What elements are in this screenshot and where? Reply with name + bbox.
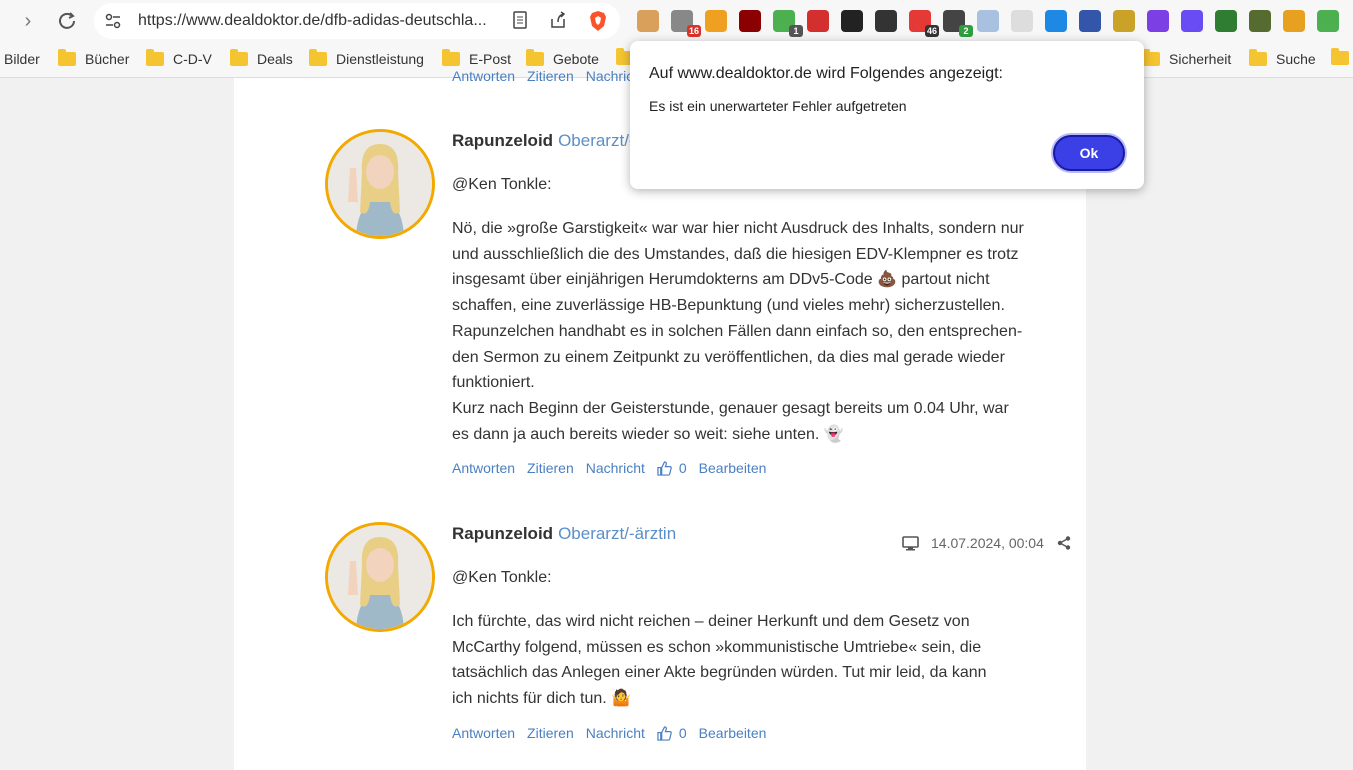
multicolor-ext-icon[interactable] xyxy=(1317,10,1339,32)
bookmark-sicherheit[interactable]: Sicherheit xyxy=(1142,49,1231,67)
dialog-message: Es ist ein unerwarteter Fehler aufgetret… xyxy=(649,98,907,114)
comment-author[interactable]: Rapunzeloid Oberarzt/-ärztin xyxy=(452,524,676,544)
shield-ext-icon[interactable]: 1 xyxy=(773,10,803,37)
previous-comment-actions: Antworten Zitieren Nachricht xyxy=(452,68,657,84)
bookmark-gebote[interactable]: Gebote xyxy=(526,49,599,67)
globe-ext-icon[interactable] xyxy=(1113,10,1135,32)
folder-icon xyxy=(526,49,544,66)
comment-actions: Antworten Zitieren Nachricht 0 Bearbeite… xyxy=(452,725,778,741)
comment-actions: Antworten Zitieren Nachricht 0 Bearbeite… xyxy=(452,460,778,476)
red-square-icon[interactable]: 46 xyxy=(909,10,939,37)
folder-icon xyxy=(1249,49,1267,66)
folder-icon xyxy=(309,49,327,66)
like-button[interactable]: 0 xyxy=(657,460,687,476)
quote-link[interactable]: Zitieren xyxy=(527,725,574,741)
share-icon[interactable] xyxy=(1057,536,1071,550)
folder-icon xyxy=(58,49,76,66)
address-bar[interactable]: https://www.dealdoktor.de/dfb-adidas-deu… xyxy=(94,3,620,39)
bookmark-buecher[interactable]: Bücher xyxy=(58,49,129,67)
quote-link[interactable]: Zitieren xyxy=(527,68,574,84)
bookmark-epost[interactable]: E-Post xyxy=(442,49,511,67)
comment-body: Nö, die »große Garstigkeit« war war hier… xyxy=(452,220,1024,443)
comment-mention: @Ken Tonkle: xyxy=(452,569,552,586)
author-rank: Oberarzt/-ärztin xyxy=(558,524,677,543)
site-settings-icon[interactable] xyxy=(104,12,122,30)
reply-link[interactable]: Antworten xyxy=(452,68,515,84)
blue-s-icon[interactable] xyxy=(1045,10,1067,32)
reply-link[interactable]: Antworten xyxy=(452,725,515,741)
bookmark-dienstleistung[interactable]: Dienstleistung xyxy=(309,49,424,67)
ublock-icon[interactable] xyxy=(739,10,761,32)
author-rank: Oberarzt/- xyxy=(558,131,635,150)
green-arrow-icon[interactable] xyxy=(1215,10,1237,32)
reply-link[interactable]: Antworten xyxy=(452,460,515,476)
black-ext-icon[interactable] xyxy=(841,10,863,32)
message-link[interactable]: Nachricht xyxy=(586,460,645,476)
like-button[interactable]: 0 xyxy=(657,725,687,741)
forward-icon[interactable]: › xyxy=(15,8,41,34)
avatar[interactable] xyxy=(325,522,435,632)
comment-body: Ich fürchte, das wird nicht reichen – de… xyxy=(452,613,987,708)
folder-icon xyxy=(1331,48,1349,65)
comment-mention: @Ken Tonkle: xyxy=(452,176,552,193)
page-ext-icon[interactable] xyxy=(1011,10,1033,32)
thumbs-up-icon xyxy=(657,725,672,741)
edit-link[interactable]: Bearbeiten xyxy=(699,460,767,476)
extension-badge: 2 xyxy=(959,25,973,37)
bookmark-bilder[interactable]: Bilder xyxy=(4,51,40,67)
folder-icon xyxy=(442,49,460,66)
folder-icon xyxy=(230,49,248,66)
gradient-ext-icon[interactable] xyxy=(1249,10,1271,32)
bookmark-deals[interactable]: Deals xyxy=(230,49,293,67)
alert-dialog: Auf www.dealdoktor.de wird Folgendes ang… xyxy=(630,41,1144,189)
save-icon[interactable] xyxy=(1079,10,1101,32)
desktop-icon xyxy=(902,535,919,550)
stop-icon[interactable] xyxy=(875,10,897,32)
dialog-title: Auf www.dealdoktor.de wird Folgendes ang… xyxy=(649,65,1003,82)
red-ext-icon[interactable] xyxy=(807,10,829,32)
purple-arrow-icon[interactable] xyxy=(1181,10,1203,32)
extension-badge: 16 xyxy=(686,25,701,37)
ok-button[interactable]: Ok xyxy=(1053,135,1125,171)
folder-icon xyxy=(146,49,164,66)
trash-icon[interactable] xyxy=(705,10,727,32)
r-ext-icon[interactable] xyxy=(977,10,999,32)
comment-timestamp: 14.07.2024, 00:04 xyxy=(931,535,1044,551)
reader-mode-icon[interactable] xyxy=(510,11,530,31)
message-link[interactable]: Nachricht xyxy=(586,725,645,741)
dark-ext-icon[interactable]: 2 xyxy=(943,10,973,37)
bookmark-overflow[interactable] xyxy=(1331,48,1353,65)
browser-toolbar: › https://www.dealdoktor.de/dfb-adidas-d… xyxy=(0,0,1353,42)
edit-link[interactable]: Bearbeiten xyxy=(699,725,767,741)
like-count: 0 xyxy=(678,460,687,476)
thumbs-up-icon xyxy=(657,460,672,476)
extension-badge: 1 xyxy=(789,25,803,37)
share-icon[interactable] xyxy=(548,11,568,31)
like-count: 0 xyxy=(678,725,687,741)
avatar[interactable] xyxy=(325,129,435,239)
extension-badge: 46 xyxy=(924,25,939,37)
brave-shield-icon[interactable] xyxy=(588,11,608,31)
comment-meta: 14.07.2024, 00:04 xyxy=(902,535,1071,551)
firefox-icon[interactable] xyxy=(1147,10,1169,32)
reload-icon[interactable] xyxy=(54,8,80,34)
url-text[interactable]: https://www.dealdoktor.de/dfb-adidas-deu… xyxy=(138,12,498,30)
badge-ext-icon[interactable]: 16 xyxy=(671,10,701,37)
folder-icon xyxy=(1142,49,1160,66)
quote-link[interactable]: Zitieren xyxy=(527,460,574,476)
bookmark-suche[interactable]: Suche xyxy=(1249,49,1316,67)
cookie-icon[interactable] xyxy=(637,10,659,32)
bookmark-cdv[interactable]: C-D-V xyxy=(146,49,212,67)
person-check-icon[interactable] xyxy=(1283,10,1305,32)
comment-author[interactable]: Rapunzeloid Oberarzt/- xyxy=(452,131,635,151)
